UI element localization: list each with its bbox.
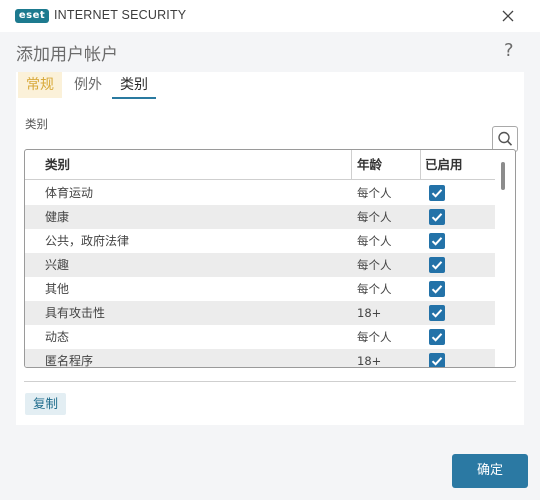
category-age: 每个人	[357, 234, 392, 248]
enabled-checkbox[interactable]	[429, 281, 445, 297]
close-button[interactable]	[497, 5, 519, 27]
table-row[interactable]: 公共，政府法律 每个人	[25, 229, 495, 253]
category-name: 匿名程序	[45, 354, 94, 368]
ok-button[interactable]: 确定	[452, 454, 528, 488]
checkmark-icon	[431, 285, 443, 294]
divider	[24, 381, 516, 382]
enabled-checkbox[interactable]	[429, 233, 445, 249]
help-button[interactable]: ?	[504, 40, 514, 61]
category-age: 18+	[357, 306, 382, 320]
table-row[interactable]: 匿名程序 18+	[25, 349, 495, 368]
category-age: 每个人	[357, 258, 392, 272]
dialog-title: 添加用户帐户	[16, 45, 118, 65]
tab-general[interactable]: 常规	[18, 72, 62, 98]
title-bar: eset INTERNET SECURITY	[0, 0, 540, 32]
section-label: 类别	[25, 117, 48, 131]
checkmark-icon	[431, 333, 443, 342]
category-name: 动态	[45, 330, 70, 344]
checkmark-icon	[431, 261, 443, 270]
checkmark-icon	[431, 309, 443, 318]
category-age: 每个人	[357, 210, 392, 224]
enabled-checkbox[interactable]	[429, 353, 445, 367]
category-name: 公共，政府法律	[45, 234, 130, 248]
tab-categories[interactable]: 类别	[112, 72, 156, 99]
table-row[interactable]: 其他 每个人	[25, 277, 495, 301]
close-icon	[502, 10, 514, 22]
category-name: 健康	[45, 210, 70, 224]
checkmark-icon	[431, 237, 443, 246]
table-row[interactable]: 动态 每个人	[25, 325, 495, 349]
column-header-age[interactable]: 年龄	[357, 150, 382, 180]
category-age: 每个人	[357, 282, 392, 296]
column-divider	[351, 150, 352, 180]
column-header-category[interactable]: 类别	[45, 150, 70, 180]
category-name: 其他	[45, 282, 70, 296]
table-header: 类别 年龄 已启用	[25, 150, 495, 180]
eset-logo: eset	[15, 9, 49, 23]
dialog-panel: 常规 例外 类别 类别 类别 年龄 已启用 体育运动 每个人 健康 每个人 公共…	[16, 72, 524, 425]
checkmark-icon	[431, 357, 443, 366]
enabled-checkbox[interactable]	[429, 185, 445, 201]
search-icon	[498, 131, 513, 146]
table-scrollbar[interactable]	[501, 162, 505, 190]
category-age: 每个人	[357, 186, 392, 200]
enabled-checkbox[interactable]	[429, 209, 445, 225]
category-name: 具有攻击性	[45, 306, 106, 320]
table-row[interactable]: 兴趣 每个人	[25, 253, 495, 277]
table-row[interactable]: 体育运动 每个人	[25, 181, 495, 205]
category-name: 体育运动	[45, 186, 94, 200]
category-name: 兴趣	[45, 258, 70, 272]
product-name: INTERNET SECURITY	[54, 8, 187, 22]
checkmark-icon	[431, 213, 443, 222]
categories-table: 类别 年龄 已启用 体育运动 每个人 健康 每个人 公共，政府法律 每个人 兴趣…	[24, 149, 516, 368]
enabled-checkbox[interactable]	[429, 329, 445, 345]
table-row[interactable]: 健康 每个人	[25, 205, 495, 229]
category-age: 18+	[357, 354, 382, 368]
table-row[interactable]: 具有攻击性 18+	[25, 301, 495, 325]
column-divider	[420, 150, 421, 180]
column-header-enabled[interactable]: 已启用	[425, 150, 463, 180]
tab-exceptions[interactable]: 例外	[66, 72, 110, 98]
enabled-checkbox[interactable]	[429, 305, 445, 321]
copy-button[interactable]: 复制	[25, 393, 67, 415]
category-age: 每个人	[357, 330, 392, 344]
checkmark-icon	[431, 189, 443, 198]
enabled-checkbox[interactable]	[429, 257, 445, 273]
